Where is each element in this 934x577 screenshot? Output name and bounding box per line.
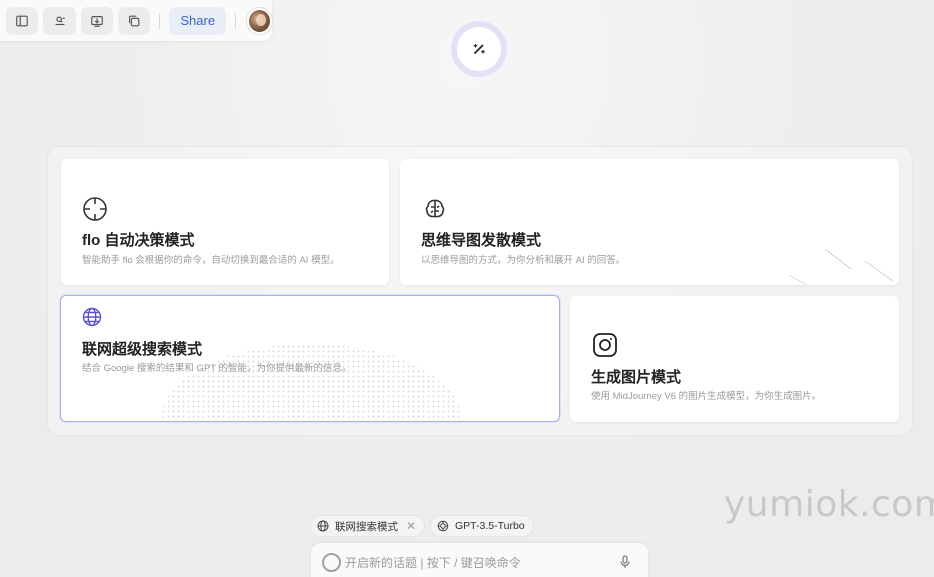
mode-title: 思维导图发散模式: [421, 232, 542, 249]
globe-icon: [82, 307, 102, 327]
mode-description: 结合 Google 搜索的结果和 GPT 的智能，为你提供最新的信息。: [82, 363, 352, 374]
model-chip[interactable]: GPT-3.5-Turbo: [430, 515, 534, 537]
mode-card-web-search[interactable]: 联网超级搜索模式 结合 Google 搜索的结果和 GPT 的智能，为你提供最新…: [60, 295, 560, 422]
globe-dot-pattern: [161, 344, 461, 421]
user-avatar[interactable]: [247, 7, 272, 34]
brain-icon: [425, 199, 445, 218]
export-screen-button[interactable]: [80, 6, 114, 35]
mode-chip-label: 联网搜索模式: [335, 520, 398, 533]
mode-title: flo 自动决策模式: [82, 232, 195, 249]
mode-title: 生成图片模式: [591, 369, 682, 386]
crosshair-icon: [83, 197, 107, 221]
chat-input-bar: [311, 543, 648, 577]
openai-icon: [437, 520, 449, 532]
toggle-sidebar-button[interactable]: [6, 6, 39, 35]
magic-wand-icon: [473, 43, 485, 54]
mode-card-image[interactable]: 生成图片模式 使用 MidJourney V6 的图片生成模型，为你生成图片。: [570, 296, 899, 422]
mode-card-flo[interactable]: flo 自动决策模式 智能助手 flo 会根据你的命令，自动切换到最合适的 AI…: [61, 159, 389, 285]
magic-wand-inner: [457, 27, 501, 71]
new-topic-icon[interactable]: [322, 553, 341, 572]
search-list-icon: [55, 15, 65, 25]
microphone-icon[interactable]: [620, 555, 630, 569]
mode-description: 智能助手 flo 会根据你的命令，自动切换到最合适的 AI 模型。: [82, 255, 340, 266]
copy-icon: [129, 15, 140, 26]
globe-icon: [317, 520, 329, 532]
toolbar-divider: [159, 12, 161, 29]
decorative-lines: [788, 248, 894, 285]
top-toolbar: Share: [0, 0, 272, 41]
share-button[interactable]: Share: [169, 6, 227, 35]
magic-wand-button[interactable]: [451, 21, 507, 77]
copy-button[interactable]: [118, 6, 151, 35]
chat-input[interactable]: [345, 553, 615, 573]
screen-download-icon: [91, 15, 103, 27]
sidebar-icon: [16, 15, 28, 26]
watermark-text: yumiok.com: [724, 484, 934, 525]
toolbar-divider: [235, 12, 237, 29]
mode-title: 联网超级搜索模式: [82, 341, 203, 358]
search-history-button[interactable]: [43, 6, 76, 35]
mode-description: 使用 MidJourney V6 的图片生成模型，为你生成图片。: [591, 391, 822, 402]
mode-description: 以思维导图的方式，为你分析和展开 AI 的回答。: [421, 255, 626, 266]
instagram-icon: [593, 333, 617, 357]
close-icon[interactable]: ✕: [406, 519, 416, 533]
model-chip-label: GPT-3.5-Turbo: [455, 520, 525, 532]
mode-card-mindmap[interactable]: 思维导图发散模式 以思维导图的方式，为你分析和展开 AI 的回答。: [400, 159, 899, 285]
active-mode-chip[interactable]: 联网搜索模式 ✕: [310, 515, 425, 537]
